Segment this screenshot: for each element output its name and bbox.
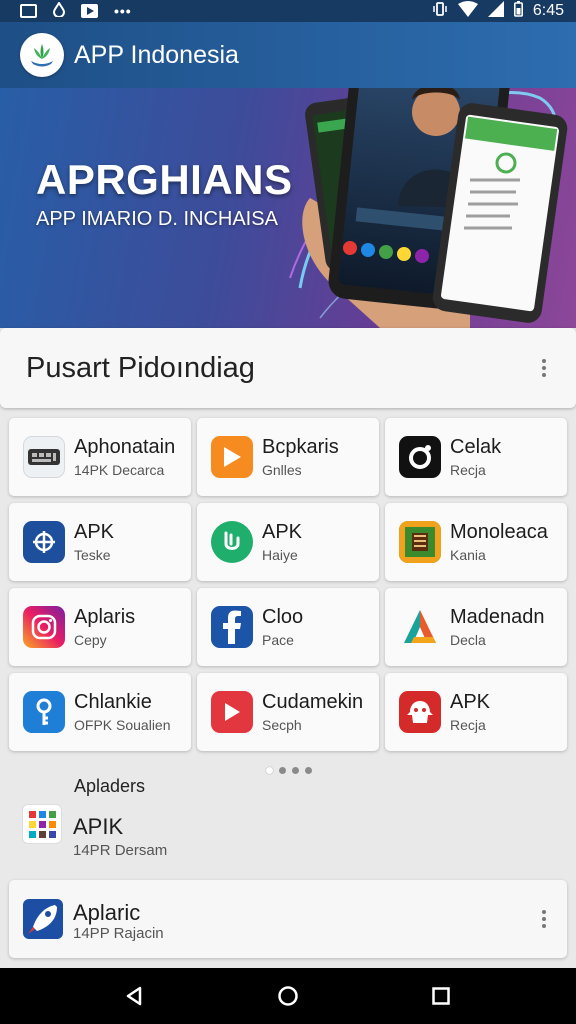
app-name: Cloo: [262, 606, 304, 628]
phone-icon: [211, 521, 253, 563]
app-subtitle: Recja: [450, 717, 486, 733]
app-name: Madenadn: [450, 606, 545, 628]
key-icon: [23, 691, 65, 733]
youtube-icon: [211, 691, 253, 733]
game-icon: [399, 521, 441, 563]
media-notification-icon: [81, 4, 98, 18]
app-subtitle: Teske: [74, 547, 111, 563]
app-tile[interactable]: Aphonatain 14PK Decarca: [9, 418, 191, 496]
app-subtitle: 14PK Decarca: [74, 462, 165, 478]
app-tile[interactable]: Aplaris Cepy: [9, 588, 191, 666]
list-item[interactable]: APIK 14PR Dersam: [0, 800, 576, 860]
section-header-card: Pusart Pidoındiag: [0, 328, 576, 408]
page-indicator[interactable]: [266, 767, 312, 774]
list-item-card[interactable]: Aplaric 14PP Rajacin: [9, 880, 567, 958]
app-tile[interactable]: APK Teske: [9, 503, 191, 581]
clock: 6:45: [532, 2, 564, 19]
section-more-options-icon[interactable]: [534, 356, 554, 380]
back-icon[interactable]: [120, 982, 148, 1010]
home-icon[interactable]: [274, 982, 302, 1010]
signal-icon: [487, 0, 504, 22]
triangle-logo-icon: [399, 606, 441, 648]
app-name: Aphonatain: [74, 436, 176, 458]
app-name: APK: [450, 691, 491, 713]
page-dot[interactable]: [279, 767, 286, 774]
target-icon: [23, 521, 65, 563]
page-dot[interactable]: [292, 767, 299, 774]
app-bar: APP Indonesia: [0, 22, 576, 88]
app-tile[interactable]: APK Recja: [385, 673, 567, 751]
page-dot[interactable]: [266, 767, 273, 774]
app-tile[interactable]: Madenadn Decla: [385, 588, 567, 666]
app-tile[interactable]: APK Haiye: [197, 503, 379, 581]
status-bar: ••• 6:45: [0, 0, 576, 22]
section-title: Pusart Pidoındiag: [26, 352, 255, 384]
app-subtitle: Kania: [450, 547, 486, 563]
list-item-title: APIK: [73, 814, 124, 839]
app-tile[interactable]: Celak Recja: [385, 418, 567, 496]
page-dot[interactable]: [305, 767, 312, 774]
list-item-more-options-icon[interactable]: [534, 907, 554, 931]
robot-icon: [399, 691, 441, 733]
list-item-subtitle: 14PP Rajacin: [73, 925, 164, 942]
recents-icon[interactable]: [427, 982, 455, 1010]
app-name: Cudamekin: [262, 691, 364, 713]
app-subtitle: Pace: [262, 632, 294, 648]
app-grid-icon: [22, 804, 62, 844]
app-subtitle: Secph: [262, 717, 302, 733]
app-title: APP Indonesia: [74, 40, 239, 69]
more-notifications-icon: •••: [114, 3, 132, 19]
app-name: APK: [74, 521, 115, 543]
list-item-subtitle: 14PR Dersam: [73, 842, 168, 859]
app-subtitle: OFPK Soualien: [74, 717, 171, 733]
app-name: Aplaris: [74, 606, 136, 628]
instagram-icon: [23, 606, 65, 648]
app-name: Celak: [450, 436, 502, 458]
hero-subtitle: APP IMARIO D. INCHAISA: [36, 208, 278, 230]
app-grid: Aphonatain 14PK Decarca Bcpkaris Gnlles …: [9, 418, 569, 751]
play-icon: [211, 436, 253, 478]
hero-title: APRGHIANS: [36, 156, 293, 203]
app-subtitle: Decla: [450, 632, 486, 648]
drop-notification-icon: [52, 1, 66, 20]
app-subtitle: Gnlles: [262, 462, 302, 478]
camera-ring-icon: [399, 436, 441, 478]
app-name: Chlankie: [74, 691, 152, 713]
app-tile[interactable]: Bcpkaris Gnlles: [197, 418, 379, 496]
battery-icon: [513, 0, 523, 22]
app-name: APK: [262, 521, 303, 543]
app-tile[interactable]: Cudamekin Secph: [197, 673, 379, 751]
navigation-bar: [0, 968, 576, 1024]
wifi-icon: [457, 0, 478, 22]
hero-banner[interactable]: APRGHIANS APP IMARIO D. INCHAISA: [0, 88, 576, 328]
app-tile[interactable]: Monoleaca Kania: [385, 503, 567, 581]
app-name: Bcpkaris: [262, 436, 339, 458]
list-item-title: Aplaric: [73, 900, 141, 925]
app-logo-icon[interactable]: [20, 33, 64, 77]
rocket-icon: [23, 899, 63, 939]
app-subtitle: Cepy: [74, 632, 107, 648]
app-tile[interactable]: Chlankie OFPK Soualien: [9, 673, 191, 751]
keyboard-icon: [23, 436, 65, 478]
app-subtitle: Haiye: [262, 547, 298, 563]
vibrate-icon: [432, 1, 448, 22]
app-subtitle: Recja: [450, 462, 486, 478]
screenshot-notification-icon: [20, 4, 37, 18]
list-subheading: Apladers: [74, 776, 146, 796]
app-tile[interactable]: Cloo Pace: [197, 588, 379, 666]
app-name: Monoleaca: [450, 521, 548, 543]
facebook-icon: [211, 606, 253, 648]
